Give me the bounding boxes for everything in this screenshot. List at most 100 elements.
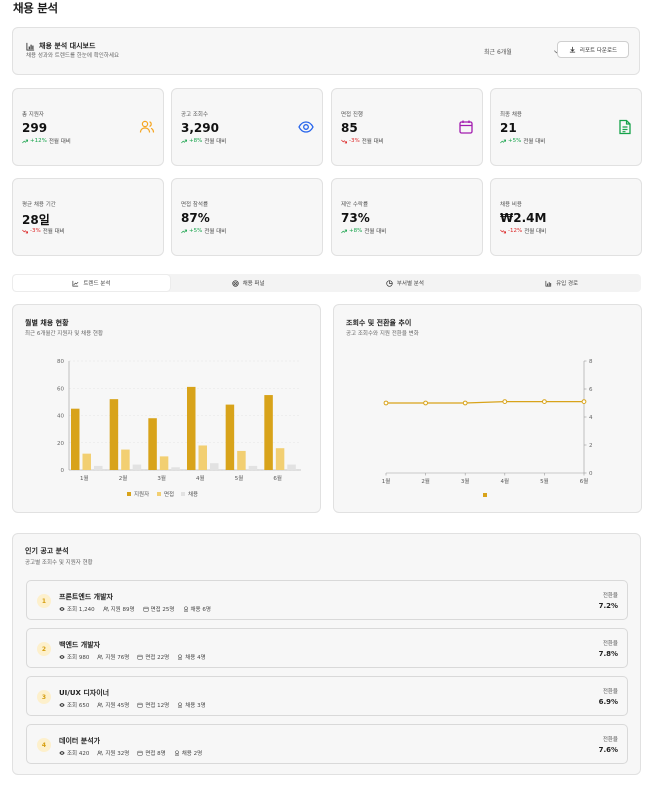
- views-meta: 조회 980: [59, 653, 89, 661]
- dashboard-header: 채용 분석 대시보드 채용 성과와 트렌드를 한눈에 확인하세요 최근 6개월 …: [12, 27, 640, 75]
- applicants-meta: 지원 32명: [97, 749, 129, 757]
- stat-change-suffix: 전월 대비: [524, 229, 547, 235]
- interviews-meta: 면접 25명: [143, 605, 175, 613]
- posting-name: UI/UX 디자이너: [59, 689, 110, 697]
- users-icon: [139, 119, 155, 135]
- users-icon: [97, 750, 104, 756]
- bar: [210, 463, 219, 470]
- interviews-text: 면접 22명: [145, 655, 170, 661]
- data-point: [462, 400, 468, 406]
- trend-up-icon: [181, 139, 187, 143]
- stat-change: -12% 전월 대비: [500, 227, 546, 235]
- x-tick-label: 4월: [196, 474, 205, 482]
- bar: [132, 464, 142, 470]
- legend-swatch: [157, 492, 161, 496]
- interviews-meta: 면접 8명: [137, 749, 166, 757]
- period-value: 최근 6개월: [484, 48, 512, 56]
- interviews-text: 면접 12명: [145, 703, 170, 709]
- y-tick-label: 8: [589, 359, 593, 365]
- hires-text: 채용 2명: [181, 751, 203, 757]
- stat-card: 총 지원자 299 +12% 전월 대비: [12, 88, 164, 166]
- applicants-meta: 지원 76명: [97, 653, 129, 661]
- conversion-rate: 7.2%: [598, 602, 618, 610]
- posting-name: 백엔드 개발자: [59, 641, 101, 649]
- bar: [287, 464, 296, 470]
- download-icon: [569, 46, 576, 53]
- views-text: 조회 420: [67, 751, 90, 757]
- rank-badge: 3: [37, 690, 51, 704]
- tab-funnel[interactable]: 채용 퍼널: [170, 275, 327, 291]
- stat-change-value: +5%: [189, 228, 203, 234]
- posting-name: 프론트엔드 개발자: [59, 593, 113, 601]
- award-icon: [174, 750, 179, 756]
- hires-meta: 채용 3명: [177, 701, 206, 709]
- bar: [187, 386, 196, 470]
- posting-item[interactable]: 4 데이터 분석가 조회 420 지원 32명 면접 8명 채용 2명 전환율 7.6%: [26, 724, 628, 764]
- stat-label: 채용 비용: [500, 202, 522, 208]
- bar-icon: [545, 280, 552, 286]
- x-tick-label: 6월: [580, 477, 589, 485]
- bar: [82, 453, 91, 470]
- stat-card: 제안 수락률 73% +8% 전월 대비: [331, 178, 483, 256]
- bar: [225, 404, 235, 470]
- stat-change: +8% 전월 대비: [341, 227, 386, 235]
- stat-change-suffix: 전월 대비: [523, 139, 546, 145]
- x-tick-label: 3월: [461, 477, 470, 485]
- bar: [237, 450, 246, 470]
- data-point: [502, 399, 508, 404]
- conversion-card: 조회수 및 전환율 추이 공고 조회수와 지원 전환율 변화 0 2 4 6 8 1월 2월…: [333, 304, 642, 513]
- legend-label: 지원자: [134, 490, 149, 498]
- posting-meta: 조회 420 지원 32명 면접 8명 채용 2명: [59, 749, 202, 757]
- applicants-text: 지원 89명: [110, 607, 135, 613]
- x-tick-label: 6월: [273, 474, 282, 482]
- views-text: 조회 980: [67, 655, 90, 661]
- conversion-rate: 6.9%: [598, 698, 618, 706]
- stat-value: 28일: [22, 213, 50, 227]
- views-meta: 조회 650: [59, 701, 89, 709]
- stat-change-suffix: 전월 대비: [361, 139, 384, 145]
- download-report-button[interactable]: 리포트 다운로드: [557, 41, 629, 58]
- posting-item[interactable]: 1 프론트엔드 개발자 조회 1,240 지원 89명 면접 25명 채용 6명 전환율 7.…: [26, 580, 628, 620]
- hires-text: 채용 3명: [185, 703, 206, 709]
- y-tick-label: 6: [589, 387, 593, 393]
- tab-trend-label: 트렌드 분석: [83, 281, 111, 287]
- hires-text: 채용 4명: [185, 655, 206, 661]
- y-tick-label: 0: [589, 471, 593, 477]
- eye-icon: [59, 655, 65, 659]
- conversion-label: 전환율: [602, 593, 618, 599]
- stat-change-value: +8%: [349, 228, 363, 234]
- hires-meta: 채용 6명: [183, 605, 211, 613]
- legend-label: 채용: [188, 490, 198, 498]
- stat-label: 면접 참석률: [181, 202, 209, 208]
- y-tick-label: 60: [57, 386, 64, 392]
- tab-source-label: 유입 경로: [556, 281, 579, 287]
- bar: [275, 448, 285, 470]
- tab-department-label: 부서별 분석: [396, 281, 424, 287]
- target-icon: [231, 279, 239, 287]
- trend-up-icon: [341, 229, 347, 233]
- period-select[interactable]: 최근 6개월: [484, 45, 560, 57]
- popular-title: 인기 공고 분석: [25, 547, 69, 555]
- bar: [94, 465, 103, 470]
- bar: [71, 408, 80, 470]
- stat-change: +12% 전월 대비: [22, 137, 71, 145]
- data-point: [542, 399, 547, 404]
- stat-change: -3% 전월 대비: [22, 227, 65, 235]
- stat-change-suffix: 전월 대비: [48, 139, 71, 145]
- calendar-icon: [143, 606, 149, 612]
- pie-icon: [386, 279, 393, 287]
- stat-change-suffix: 전월 대비: [204, 139, 227, 145]
- series-line: [386, 400, 584, 404]
- bar: [171, 467, 180, 470]
- calendar-icon: [137, 654, 143, 660]
- stat-card: 최종 채용 21 +5% 전월 대비: [490, 88, 642, 166]
- posting-item[interactable]: 2 백엔드 개발자 조회 980 지원 76명 면접 22명 채용 4명 전환율 7.8%: [26, 628, 628, 668]
- tab-department[interactable]: 부서별 분석: [327, 275, 484, 291]
- trend-up-icon: [181, 229, 187, 233]
- posting-item[interactable]: 3 UI/UX 디자이너 조회 650 지원 45명 면접 12명 채용 3명 전환율 6.9…: [26, 676, 628, 716]
- tab-source[interactable]: 유입 경로: [483, 275, 640, 291]
- tab-trend[interactable]: 트렌드 분석: [13, 275, 170, 291]
- x-tick-label: 1월: [80, 474, 89, 482]
- applicants-meta: 지원 89명: [102, 605, 135, 613]
- y-tick-label: 40: [57, 414, 64, 420]
